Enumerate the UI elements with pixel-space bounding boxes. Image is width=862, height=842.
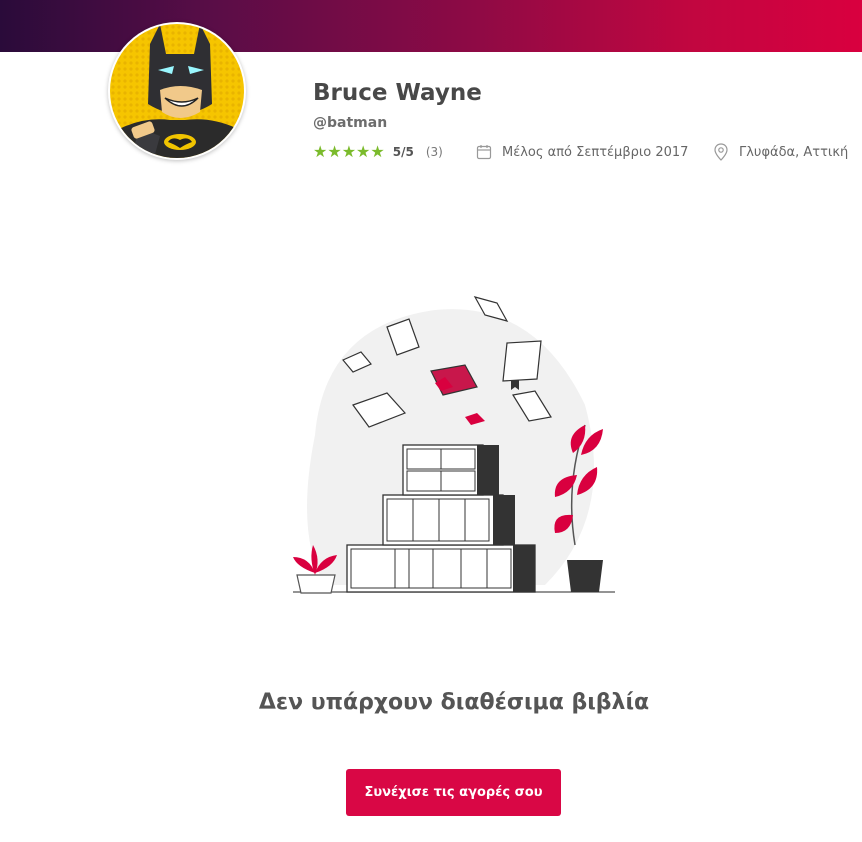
star-icon: ★ bbox=[341, 142, 357, 161]
location-text: Γλυφάδα, Αττική bbox=[739, 144, 849, 160]
empty-state-title: Δεν υπάρχουν διαθέσιμα βιβλία bbox=[258, 690, 650, 715]
member-since: Μέλος από Σεπτέμβριο 2017 bbox=[476, 143, 688, 161]
continue-shopping-button[interactable]: Συνέχισε τις αγορές σου bbox=[346, 769, 561, 816]
star-icon: ★ bbox=[327, 142, 342, 161]
map-pin-icon bbox=[714, 143, 728, 161]
rating: ★ ★ ★ ★ ★ 5/5 (3) bbox=[313, 143, 443, 161]
avatar[interactable] bbox=[108, 22, 246, 160]
profile-name: Bruce Wayne bbox=[313, 80, 482, 106]
empty-books-illustration bbox=[293, 296, 615, 594]
avatar-image bbox=[110, 24, 244, 158]
member-since-text: Μέλος από Σεπτέμβριο 2017 bbox=[502, 144, 689, 160]
star-icon: ★ bbox=[356, 142, 371, 161]
rating-value: 5/5 bbox=[392, 145, 414, 159]
rating-count[interactable]: (3) bbox=[426, 145, 443, 159]
calendar-icon bbox=[476, 145, 492, 160]
profile-handle: @batman bbox=[313, 115, 388, 131]
star-icon: ★ bbox=[370, 142, 385, 161]
location: Γλυφάδα, Αττική bbox=[713, 143, 848, 161]
star-icon: ★ bbox=[313, 142, 328, 161]
